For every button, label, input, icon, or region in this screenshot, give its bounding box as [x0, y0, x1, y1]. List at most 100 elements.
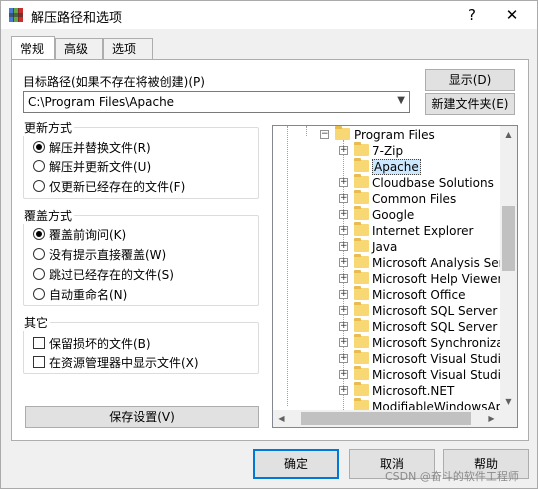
expand-icon[interactable]: +: [339, 274, 348, 283]
tree-item-program-files[interactable]: − Program Files: [273, 126, 503, 143]
scroll-thumb[interactable]: [301, 412, 471, 425]
expand-icon[interactable]: +: [339, 242, 348, 251]
tree-item-label: Common Files: [372, 192, 457, 206]
tab-advanced[interactable]: 高级: [55, 38, 103, 60]
checkbox-indicator[interactable]: [33, 356, 45, 368]
radio-indicator[interactable]: [33, 160, 45, 172]
update-mode-group: 更新方式 解压并替换文件(R) 解压并更新文件(U) 仅更新已经存在的文件(F): [22, 119, 259, 199]
tree-item[interactable]: +7-Zip: [273, 142, 503, 159]
dialog-window: 解压路径和选项 ? ✕ 常规 高级 选项 目标路径(如果不存在将被创建)(P) …: [0, 0, 538, 489]
close-button[interactable]: ✕: [499, 3, 525, 27]
scroll-down-icon[interactable]: ▼: [500, 393, 517, 410]
tree-item[interactable]: + Microsoft.NET: [273, 382, 503, 399]
tree-item-label: Google: [372, 208, 415, 222]
scroll-right-icon[interactable]: ▶: [483, 410, 500, 427]
tree-item-label: Microsoft Office: [372, 288, 466, 302]
folder-icon: [354, 158, 369, 172]
collapse-icon[interactable]: −: [320, 130, 329, 139]
radio-ask-before-overwrite[interactable]: 覆盖前询问(K): [33, 226, 126, 242]
tree-item-label: Microsoft Visual Studio 9.0: [372, 352, 518, 366]
folder-icon: [354, 142, 369, 156]
expand-icon[interactable]: +: [339, 290, 348, 299]
show-button[interactable]: 显示(D): [425, 69, 515, 91]
checkbox-label: 在资源管理器中显示文件(X): [49, 355, 199, 370]
tree-horizontal-scrollbar[interactable]: ◀ ▶: [273, 410, 500, 427]
tree-item[interactable]: + Microsoft Synchronization: [273, 334, 517, 351]
folder-tree[interactable]: − Program Files +7-Zip Apache + Cloudbase S…: [272, 125, 518, 428]
tab-options[interactable]: 选项: [103, 38, 153, 60]
radio-indicator[interactable]: [33, 248, 45, 260]
tree-item[interactable]: + Microsoft SQL Server Com: [273, 318, 517, 335]
scroll-up-icon[interactable]: ▲: [500, 126, 517, 143]
tree-item[interactable]: + Microsoft Analysis Services: [273, 254, 517, 271]
target-path-value: C:\Program Files\Apache: [28, 95, 175, 109]
tree-item-label: Microsoft Visual Studio 10.: [372, 368, 518, 382]
expand-icon[interactable]: +: [339, 226, 348, 235]
scroll-thumb[interactable]: [502, 206, 515, 271]
misc-title: 其它: [22, 314, 51, 331]
radio-skip-existing[interactable]: 跳过已经存在的文件(S): [33, 266, 174, 282]
expand-icon[interactable]: +: [339, 258, 348, 267]
chevron-down-icon[interactable]: ▼: [397, 95, 405, 106]
expand-icon[interactable]: +: [339, 338, 348, 347]
folder-icon: [354, 190, 369, 204]
scrollbar-corner: [500, 410, 517, 427]
tree-item[interactable]: + Internet Explorer: [273, 222, 503, 239]
expand-icon[interactable]: +: [339, 210, 348, 219]
radio-update-existing[interactable]: 仅更新已经存在的文件(F): [33, 178, 185, 194]
folder-icon: [354, 334, 369, 348]
new-folder-button[interactable]: 新建文件夹(E): [425, 93, 515, 115]
tree-item[interactable]: + Microsoft Office: [273, 286, 503, 303]
tree-item-label: Microsoft Analysis Services: [372, 256, 517, 270]
radio-extract-update[interactable]: 解压并更新文件(U): [33, 158, 151, 174]
tree-item[interactable]: Apache: [273, 158, 503, 175]
tree-item-label: 7-Zip: [372, 144, 404, 158]
checkbox-keep-broken[interactable]: 保留损坏的文件(B): [33, 335, 151, 351]
help-title-button[interactable]: ?: [459, 3, 485, 27]
radio-indicator[interactable]: [33, 288, 45, 300]
tree-item[interactable]: + Java: [273, 238, 503, 255]
expand-icon[interactable]: +: [339, 322, 348, 331]
tree-item[interactable]: + Google: [273, 206, 503, 223]
folder-icon: [354, 302, 369, 316]
radio-extract-replace[interactable]: 解压并替换文件(R): [33, 139, 151, 155]
radio-indicator[interactable]: [33, 141, 45, 153]
folder-icon: [354, 366, 369, 380]
tree-item-label: Microsoft.NET: [372, 384, 455, 398]
title-bar: 解压路径和选项 ? ✕: [1, 1, 537, 29]
expand-icon[interactable]: +: [339, 354, 348, 363]
checkbox-show-in-explorer[interactable]: 在资源管理器中显示文件(X): [33, 354, 199, 370]
folder-icon: [354, 318, 369, 332]
folder-icon: [354, 174, 369, 188]
tree-item[interactable]: + Cloudbase Solutions: [273, 174, 503, 191]
expand-icon[interactable]: +: [339, 306, 348, 315]
tree-item[interactable]: + Common Files: [273, 190, 503, 207]
radio-indicator[interactable]: [33, 228, 45, 240]
target-path-combobox[interactable]: C:\Program Files\Apache ▼: [23, 91, 410, 113]
radio-overwrite-without-prompt[interactable]: 没有提示直接覆盖(W): [33, 246, 166, 262]
tree-item[interactable]: + Microsoft Visual Studio 10.: [273, 366, 517, 383]
save-settings-button[interactable]: 保存设置(V): [25, 406, 259, 428]
scroll-left-icon[interactable]: ◀: [273, 410, 290, 427]
expand-icon[interactable]: +: [339, 194, 348, 203]
general-panel: 目标路径(如果不存在将被创建)(P) C:\Program Files\Apac…: [11, 59, 529, 441]
tab-general[interactable]: 常规: [11, 36, 55, 59]
folder-icon: [354, 286, 369, 300]
tree-vertical-scrollbar[interactable]: ▲ ▼: [500, 126, 517, 427]
tree-item[interactable]: + Microsoft SQL Server: [273, 302, 503, 319]
radio-indicator[interactable]: [33, 180, 45, 192]
folder-icon: [354, 254, 369, 268]
ok-button[interactable]: 确定: [253, 449, 339, 479]
expand-icon[interactable]: +: [339, 146, 348, 155]
radio-indicator[interactable]: [33, 268, 45, 280]
folder-icon: [354, 382, 369, 396]
expand-icon[interactable]: +: [339, 386, 348, 395]
checkbox-indicator[interactable]: [33, 337, 45, 349]
expand-icon[interactable]: +: [339, 178, 348, 187]
radio-auto-rename[interactable]: 自动重命名(N): [33, 286, 127, 302]
tree-item[interactable]: + Microsoft Visual Studio 9.0: [273, 350, 517, 367]
tree-item[interactable]: + Microsoft Help Viewer: [273, 270, 503, 287]
radio-label: 跳过已经存在的文件(S): [49, 267, 174, 282]
folder-icon: [354, 222, 369, 236]
expand-icon[interactable]: +: [339, 370, 348, 379]
